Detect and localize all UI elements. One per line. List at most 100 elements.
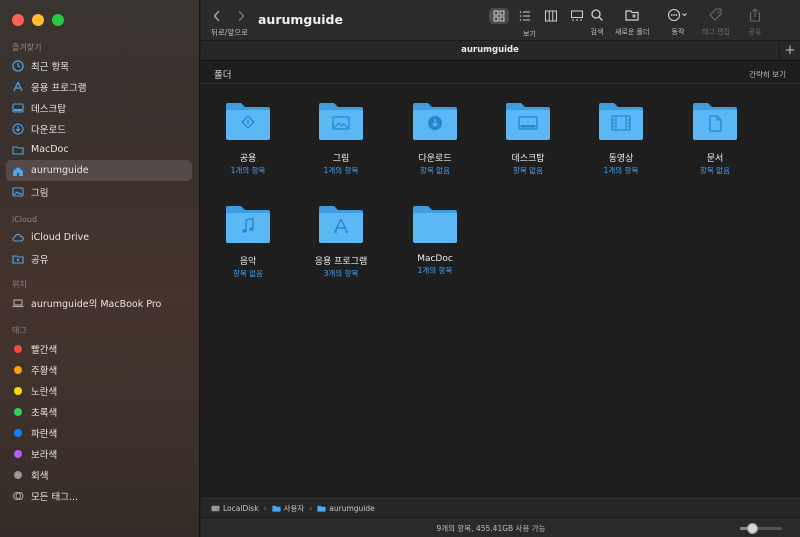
chevron-right-icon <box>238 10 245 22</box>
sidebar-item-pictures[interactable]: 그림 <box>0 181 200 202</box>
sidebar-header-icloud: iCloud <box>12 215 38 224</box>
forward-button[interactable] <box>237 10 245 25</box>
sidebar-item-label: 모든 태그... <box>31 491 79 503</box>
sidebar-tag-orange[interactable]: 주황색 <box>0 359 200 380</box>
zoom-window-button[interactable] <box>52 14 64 26</box>
sidebar-item-label: 다운로드 <box>31 124 66 136</box>
sidebar-tag-yellow[interactable]: 노란색 <box>0 380 200 401</box>
item-count: 항목 없음 <box>700 166 730 175</box>
plain-folder-icon <box>412 204 458 244</box>
nav-label: 뒤로/앞으로 <box>211 28 249 37</box>
item-count: 1개의 항목 <box>417 266 453 275</box>
item-count: 항목 없음 <box>420 166 450 175</box>
gallery-icon <box>571 10 583 21</box>
sidebar-icloud: iCloud iCloud Drive 공유 <box>0 213 200 269</box>
sidebar-header-locations: 위치 <box>12 280 27 289</box>
path-item-localdisk[interactable]: LocalDisk <box>211 504 259 513</box>
new-tab-button[interactable]: + <box>779 41 800 61</box>
close-window-button[interactable] <box>12 14 24 26</box>
sidebar-item-label: 파란색 <box>31 428 58 440</box>
path-item-users[interactable]: 사용자 <box>272 503 304 514</box>
folder-item-pictures[interactable]: 그림 1개의 항목 <box>296 101 386 176</box>
sidebar-tag-purple[interactable]: 보라색 <box>0 443 200 464</box>
sidebar-tag-gray[interactable]: 회색 <box>0 464 200 485</box>
tag-color-dot <box>14 407 22 416</box>
sidebar-all-tags[interactable]: 모든 태그... <box>0 485 200 506</box>
share-button[interactable]: 공유 <box>748 8 762 37</box>
chevron-right-icon: › <box>309 503 313 513</box>
sidebar: 즐겨찾기 최근 항목 응용 프로그램 데스크탑 다운로드 MacDoc auru… <box>0 0 200 537</box>
sidebar-item-applications[interactable]: 응용 프로그램 <box>0 76 200 97</box>
folder-item-public[interactable]: 공용 1개의 항목 <box>203 101 293 176</box>
sidebar-item-label: 초록색 <box>31 407 58 419</box>
search-label: 검색 <box>590 28 604 36</box>
minimize-window-button[interactable] <box>32 14 44 26</box>
file-browser: 폴더 간략히 보기 공용 1개의 항목 그림 1개의 항목 다운로드 항목 없음… <box>201 62 800 498</box>
list-view-button[interactable] <box>515 8 535 24</box>
downloads-folder-icon <box>412 101 458 141</box>
desktop-folder-icon <box>505 101 551 141</box>
column-view-button[interactable] <box>541 8 561 24</box>
chevron-left-icon <box>213 10 220 22</box>
sidebar-header-tags: 태그 <box>12 326 27 335</box>
folder-item-music[interactable]: 음악 항목 없음 <box>203 204 293 279</box>
item-name: 그림 <box>332 154 350 164</box>
new-folder-button[interactable]: 새로운 폴더 <box>615 8 649 37</box>
icon-size-slider[interactable] <box>740 523 782 534</box>
edit-tags-label: 태그 편집 <box>702 28 730 36</box>
item-count: 1개의 항목 <box>323 166 359 175</box>
action-button[interactable]: 동작 <box>667 8 689 37</box>
sidebar-item-downloads[interactable]: 다운로드 <box>0 118 200 139</box>
sidebar-tag-blue[interactable]: 파란색 <box>0 422 200 443</box>
slider-knob[interactable] <box>747 523 759 534</box>
sidebar-item-label: 주황색 <box>31 365 58 377</box>
show-less-button[interactable]: 간략히 보기 <box>749 69 786 80</box>
finder-window: 즐겨찾기 최근 항목 응용 프로그램 데스크탑 다운로드 MacDoc auru… <box>0 0 800 537</box>
folder-item-movies[interactable]: 동영상 1개의 항목 <box>576 101 666 176</box>
tag-color-dot <box>14 386 22 395</box>
sidebar-item-home[interactable]: aurumguide <box>6 160 192 181</box>
sidebar-item-icloud-drive[interactable]: iCloud Drive <box>0 227 200 248</box>
folder-item-desktop[interactable]: 데스크탑 항목 없음 <box>483 101 573 176</box>
grid-icon <box>493 10 505 22</box>
path-item-aurumguide[interactable]: aurumguide <box>317 504 375 513</box>
sidebar-item-recents[interactable]: 최근 항목 <box>0 55 200 76</box>
sidebar-item-label: 빨간색 <box>31 344 58 356</box>
view-label: 보기 <box>523 30 536 38</box>
sidebar-favorites: 즐겨찾기 최근 항목 응용 프로그램 데스크탑 다운로드 MacDoc auru… <box>0 41 200 202</box>
icon-view-button[interactable] <box>489 8 509 24</box>
folder-item-applications[interactable]: 응용 프로그램 3개의 항목 <box>296 204 386 279</box>
sidebar-item-macdoc[interactable]: MacDoc <box>0 139 200 160</box>
desktop-icon <box>12 102 24 114</box>
gallery-view-button[interactable] <box>567 8 587 24</box>
music-folder-icon <box>225 204 271 244</box>
movies-folder-icon <box>598 101 644 141</box>
item-name: 문서 <box>706 154 724 164</box>
item-count: 3개의 항목 <box>323 269 359 278</box>
group-title: 폴더 <box>214 70 232 81</box>
sidebar-item-desktop[interactable]: 데스크탑 <box>0 97 200 118</box>
disk-icon <box>211 505 220 511</box>
search-icon <box>591 9 603 21</box>
action-label: 동작 <box>671 28 685 36</box>
tag-color-dot <box>14 365 22 374</box>
sidebar-tag-red[interactable]: 빨간색 <box>0 338 200 359</box>
share-label: 공유 <box>748 28 762 36</box>
chevron-right-icon: › <box>263 503 267 513</box>
search-button[interactable]: 검색 <box>590 8 604 37</box>
sidebar-tag-green[interactable]: 초록색 <box>0 401 200 422</box>
back-button[interactable] <box>213 10 221 25</box>
tag-color-dot <box>14 428 22 437</box>
folder-item-downloads[interactable]: 다운로드 항목 없음 <box>390 101 480 176</box>
edit-tags-button[interactable]: 태그 편집 <box>702 8 730 37</box>
sidebar-item-label: 노란색 <box>31 386 58 398</box>
sidebar-item-shared[interactable]: 공유 <box>0 248 200 269</box>
tag-color-dot <box>14 344 22 353</box>
clock-icon <box>12 59 24 72</box>
folder-item-macdoc[interactable]: MacDoc 1개의 항목 <box>390 204 480 276</box>
sidebar-item-label: 데스크탑 <box>31 103 66 115</box>
tab-aurumguide[interactable]: aurumguide <box>201 45 779 55</box>
sidebar-item-macbook[interactable]: aurumguide의 MacBook Pro <box>0 292 200 313</box>
folder-item-documents[interactable]: 문서 항목 없음 <box>670 101 760 176</box>
sidebar-item-label: aurumguide <box>31 165 89 176</box>
